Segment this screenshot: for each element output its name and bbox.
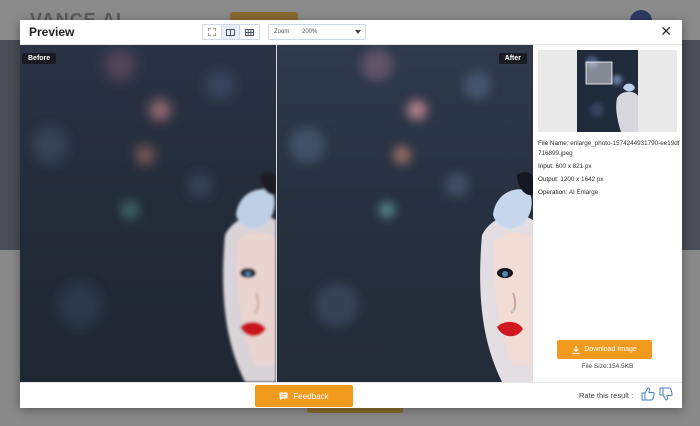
before-image: [20, 45, 276, 382]
download-icon: [572, 345, 580, 354]
thumbs-up-button[interactable]: [641, 387, 655, 401]
file-info-panel: File Name: enlarge_photo-1574244931790-e…: [533, 45, 682, 382]
file-name-label: File Name:: [538, 140, 569, 147]
file-name-row: File Name: enlarge_photo-1574244931790-e…: [538, 139, 680, 159]
operation-value: AI Enlarge: [568, 189, 599, 196]
output-size-row: Output: 1200 x 1642 px: [538, 175, 680, 185]
operation-label: Operation:: [538, 189, 568, 196]
rate-result-label: Rate this result :: [579, 391, 634, 400]
zoom-select[interactable]: Zoom 200%: [268, 24, 366, 40]
close-icon: ✕: [660, 23, 672, 39]
thumbnail-photo: [577, 50, 638, 132]
after-image: [277, 45, 533, 382]
file-size-text: File Size:154.5KB: [581, 363, 634, 370]
thumbs-down-icon: [659, 387, 673, 401]
input-label: Input:: [538, 163, 554, 170]
download-image-button[interactable]: Download Image: [557, 340, 652, 359]
after-image-pane: After: [277, 45, 533, 382]
download-image-label: Download Image: [584, 346, 637, 353]
grid-view-button[interactable]: [240, 25, 259, 39]
thumbnail-image[interactable]: [577, 50, 638, 132]
split-view-button[interactable]: [221, 25, 241, 39]
modal-footer: Feedback Rate this result :: [20, 382, 682, 408]
split-view-icon: [226, 28, 235, 36]
thumbs-up-icon: [641, 387, 655, 401]
before-label: Before: [22, 53, 57, 64]
zoom-label: Zoom: [274, 29, 290, 35]
input-value: 600 x 821 px: [555, 163, 592, 170]
modal-title: Preview: [29, 25, 75, 39]
image-comparison-area[interactable]: Before After: [20, 45, 533, 382]
thumbnail-container: [538, 50, 677, 132]
preview-modal: Preview Zoom 200% ✕ Before After File Na…: [20, 20, 682, 408]
feedback-button[interactable]: Feedback: [255, 385, 353, 407]
input-size-row: Input: 600 x 821 px: [538, 162, 680, 172]
view-mode-controls: [202, 24, 260, 40]
fit-screen-icon: [207, 28, 216, 36]
before-image-pane: Before: [20, 45, 276, 382]
modal-header: Preview Zoom 200% ✕: [20, 20, 682, 45]
close-button[interactable]: ✕: [660, 23, 672, 39]
operation-row: Operation: AI Enlarge: [538, 188, 680, 198]
output-value: 1200 x 1642 px: [560, 176, 604, 183]
fit-screen-button[interactable]: [203, 25, 222, 39]
zoom-value: 200%: [302, 29, 318, 35]
thumbs-down-button[interactable]: [659, 387, 673, 401]
feedback-chat-icon: [279, 392, 288, 400]
output-label: Output:: [538, 176, 559, 183]
after-label: After: [498, 53, 527, 64]
feedback-label: Feedback: [293, 391, 329, 401]
file-info-details: File Name: enlarge_photo-1574244931790-e…: [538, 139, 680, 201]
caret-down-icon: [355, 30, 361, 34]
grid-view-icon: [245, 28, 255, 36]
